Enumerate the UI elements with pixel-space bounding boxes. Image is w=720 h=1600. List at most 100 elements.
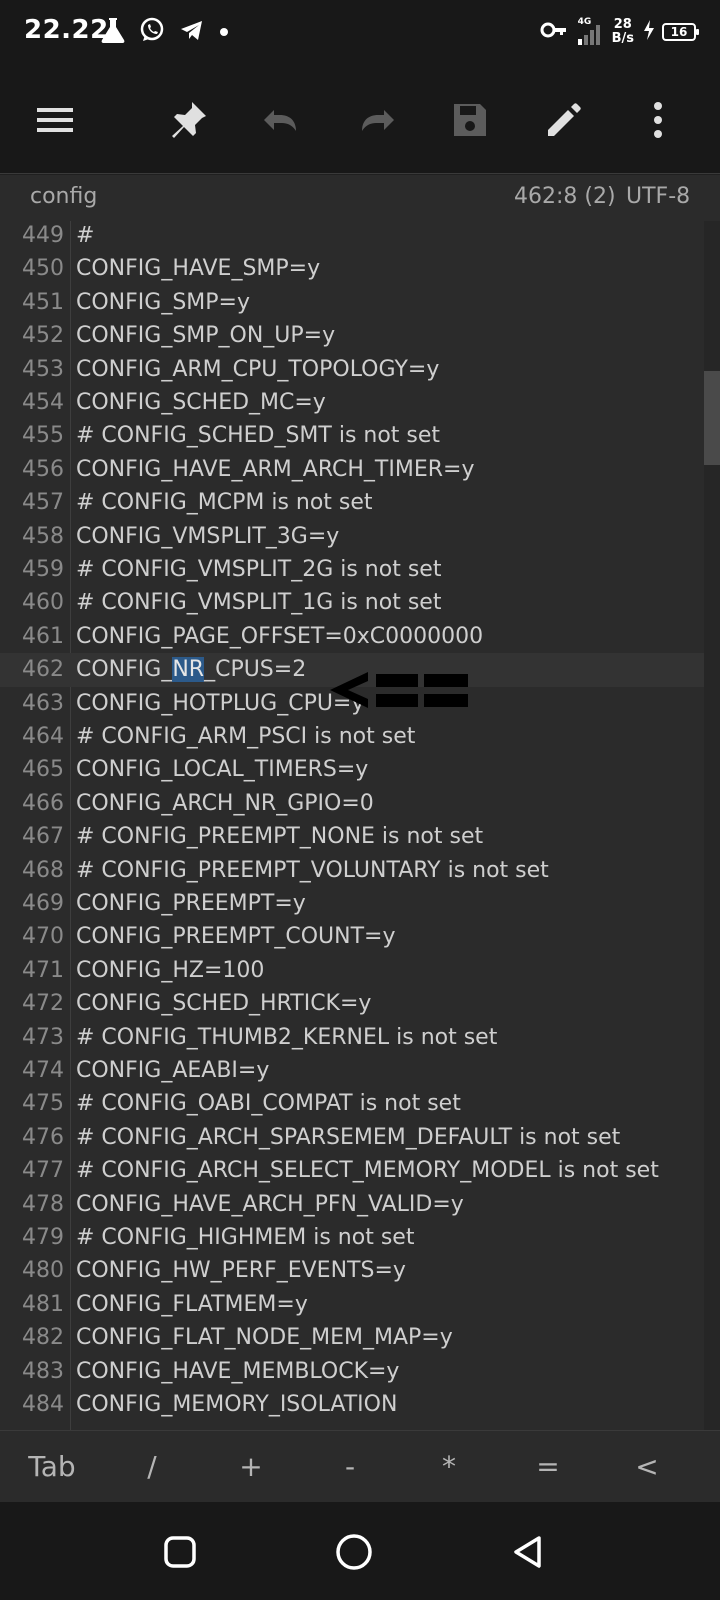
line-text[interactable]: CONFIG_VMSPLIT_3G=y [76, 520, 339, 554]
editor-line[interactable]: 466 CONFIG_ARCH_NR_GPIO=0 [0, 787, 720, 821]
save-button[interactable] [446, 96, 494, 144]
line-text[interactable]: CONFIG_SMP=y [76, 286, 250, 320]
pin-button[interactable] [164, 96, 212, 144]
editor-line[interactable]: 464 # CONFIG_ARM_PSCI is not set [0, 720, 720, 754]
line-text[interactable]: CONFIG_HAVE_ARM_ARCH_TIMER=y [76, 453, 474, 487]
menu-button[interactable] [31, 96, 79, 144]
extra-key-button[interactable]: * [409, 1431, 489, 1503]
line-text[interactable]: # CONFIG_THUMB2_KERNEL is not set [76, 1021, 497, 1055]
line-text[interactable]: # CONFIG_PREEMPT_NONE is not set [76, 820, 483, 854]
extra-key-button[interactable]: + [211, 1431, 291, 1503]
editor-line[interactable]: 460 # CONFIG_VMSPLIT_1G is not set [0, 586, 720, 620]
extra-key-button[interactable]: = [508, 1431, 588, 1503]
line-text[interactable]: CONFIG_HAVE_ARCH_PFN_VALID=y [76, 1188, 464, 1222]
editor-line[interactable]: 451 CONFIG_SMP=y [0, 286, 720, 320]
editor-line[interactable]: 467 # CONFIG_PREEMPT_NONE is not set [0, 820, 720, 854]
line-text[interactable]: # CONFIG_ARCH_SELECT_MEMORY_MODEL is not… [76, 1154, 659, 1188]
line-text[interactable]: CONFIG_PREEMPT_COUNT=y [76, 920, 396, 954]
line-text[interactable]: # CONFIG_ARCH_SPARSEMEM_DEFAULT is not s… [76, 1121, 620, 1155]
extra-key-button[interactable]: Tab [12, 1431, 92, 1503]
editor-line[interactable]: 484 CONFIG_MEMORY_ISOLATION [0, 1388, 720, 1422]
editor-line[interactable]: 470 CONFIG_PREEMPT_COUNT=y [0, 920, 720, 954]
line-text[interactable]: CONFIG_SCHED_HRTICK=y [76, 987, 371, 1021]
back-button[interactable] [506, 1530, 550, 1574]
home-button[interactable] [332, 1530, 376, 1574]
editor-line[interactable]: 452 CONFIG_SMP_ON_UP=y [0, 319, 720, 353]
line-text[interactable]: CONFIG_HW_PERF_EVENTS=y [76, 1254, 406, 1288]
line-text[interactable]: # CONFIG_HIGHMEM is not set [76, 1221, 414, 1255]
line-text[interactable]: CONFIG_ARM_CPU_TOPOLOGY=y [76, 353, 439, 387]
line-text[interactable]: CONFIG_LOCAL_TIMERS=y [76, 753, 368, 787]
file-name[interactable]: config [30, 184, 97, 209]
editor-line[interactable]: 456 CONFIG_HAVE_ARM_ARCH_TIMER=y [0, 453, 720, 487]
extra-key-button[interactable]: - [310, 1431, 390, 1503]
line-text[interactable]: # CONFIG_OABI_COMPAT is not set [76, 1087, 461, 1121]
line-number: 464 [22, 724, 64, 749]
selected-text[interactable]: NR [172, 657, 205, 683]
line-text[interactable]: CONFIG_SMP_ON_UP=y [76, 319, 335, 353]
editor-line[interactable]: 465 CONFIG_LOCAL_TIMERS=y [0, 753, 720, 787]
line-number: 483 [22, 1358, 64, 1384]
editor-line[interactable]: 476 # CONFIG_ARCH_SPARSEMEM_DEFAULT is no… [0, 1121, 720, 1155]
editor-line[interactable]: 468 # CONFIG_PREEMPT_VOLUNTARY is not set [0, 854, 720, 888]
line-text[interactable]: CONFIG_SCHED_MC=y [76, 386, 326, 420]
line-text[interactable]: CONFIG_PREEMPT=y [76, 887, 306, 921]
line-text[interactable]: # [76, 221, 94, 253]
editor-line[interactable]: 479 # CONFIG_HIGHMEM is not set [0, 1221, 720, 1255]
edit-button[interactable] [540, 96, 588, 144]
cursor-position[interactable]: 462:8 (2) [514, 184, 616, 209]
line-text[interactable]: CONFIG_ARCH_NR_GPIO=0 [76, 787, 374, 821]
editor-line[interactable]: 472 CONFIG_SCHED_HRTICK=y [0, 987, 720, 1021]
editor-line[interactable]: 475 # CONFIG_OABI_COMPAT is not set [0, 1087, 720, 1121]
recents-button[interactable] [158, 1530, 202, 1574]
line-text[interactable]: # CONFIG_SCHED_SMT is not set [76, 419, 440, 453]
line-text[interactable]: # CONFIG_VMSPLIT_1G is not set [76, 586, 441, 620]
editor-line[interactable]: 471 CONFIG_HZ=100 [0, 954, 720, 988]
editor-line[interactable]: 454 CONFIG_SCHED_MC=y [0, 386, 720, 420]
editor-line[interactable]: 469 CONFIG_PREEMPT=y [0, 887, 720, 921]
more-options-button[interactable] [634, 96, 682, 144]
line-text[interactable]: CONFIG_NR_CPUS=2 [76, 653, 306, 687]
line-text[interactable]: CONFIG_PAGE_OFFSET=0xC0000000 [76, 620, 483, 654]
undo-button[interactable] [258, 96, 306, 144]
extra-key-button[interactable]: / [112, 1431, 192, 1503]
editor-line[interactable]: 477 # CONFIG_ARCH_SELECT_MEMORY_MODEL is … [0, 1154, 720, 1188]
battery-icon: 16 [662, 23, 699, 41]
editor-line[interactable]: 450 CONFIG_HAVE_SMP=y [0, 252, 720, 286]
line-text[interactable]: CONFIG_AEABI=y [76, 1054, 269, 1088]
scrollbar-thumb[interactable] [704, 371, 720, 465]
editor-line[interactable]: 480 CONFIG_HW_PERF_EVENTS=y [0, 1254, 720, 1288]
line-text[interactable]: CONFIG_HOTPLUG_CPU=y [76, 687, 364, 721]
editor-line[interactable]: 481 CONFIG_FLATMEM=y [0, 1288, 720, 1322]
line-text[interactable]: CONFIG_MEMORY_ISOLATION [76, 1388, 397, 1422]
status-left-icons [100, 14, 230, 50]
extra-key-button[interactable]: < [607, 1431, 687, 1503]
editor-line[interactable]: 483 CONFIG_HAVE_MEMBLOCK=y [0, 1355, 720, 1389]
editor-line[interactable]: 474 CONFIG_AEABI=y [0, 1054, 720, 1088]
line-text[interactable]: CONFIG_HAVE_MEMBLOCK=y [76, 1355, 399, 1389]
editor-line[interactable]: 449 # [0, 221, 720, 253]
line-text[interactable]: # CONFIG_ARM_PSCI is not set [76, 720, 415, 754]
editor-line[interactable]: 461 CONFIG_PAGE_OFFSET=0xC0000000 [0, 620, 720, 654]
editor-line[interactable]: 459 # CONFIG_VMSPLIT_2G is not set [0, 553, 720, 587]
code-editor[interactable]: 449 #450 CONFIG_HAVE_SMP=y 451 CONFIG_SMP=y 4… [0, 221, 720, 1430]
line-text[interactable]: # CONFIG_PREEMPT_VOLUNTARY is not set [76, 854, 549, 888]
editor-line[interactable]: 457 # CONFIG_MCPM is not set [0, 486, 720, 520]
scrollbar-track[interactable] [704, 221, 720, 1430]
line-text[interactable]: CONFIG_FLAT_NODE_MEM_MAP=y [76, 1321, 453, 1355]
editor-line[interactable]: 458 CONFIG_VMSPLIT_3G=y [0, 520, 720, 554]
line-text[interactable]: # CONFIG_VMSPLIT_2G is not set [76, 553, 441, 587]
editor-line[interactable]: 482 CONFIG_FLAT_NODE_MEM_MAP=y [0, 1321, 720, 1355]
editor-line[interactable]: 478 CONFIG_HAVE_ARCH_PFN_VALID=y [0, 1188, 720, 1222]
editor-line[interactable]: 473 # CONFIG_THUMB2_KERNEL is not set [0, 1021, 720, 1055]
redo-button[interactable] [352, 96, 400, 144]
line-number: 475 [22, 1091, 64, 1117]
editor-line[interactable]: 455 # CONFIG_SCHED_SMT is not set [0, 419, 720, 453]
line-number: 457 [22, 490, 64, 516]
file-encoding[interactable]: UTF-8 [626, 184, 690, 209]
line-text[interactable]: CONFIG_FLATMEM=y [76, 1288, 308, 1322]
line-text[interactable]: # CONFIG_MCPM is not set [76, 486, 373, 520]
editor-line[interactable]: 453 CONFIG_ARM_CPU_TOPOLOGY=y [0, 353, 720, 387]
line-text[interactable]: CONFIG_HZ=100 [76, 954, 264, 988]
line-text[interactable]: CONFIG_HAVE_SMP=y [76, 252, 320, 286]
